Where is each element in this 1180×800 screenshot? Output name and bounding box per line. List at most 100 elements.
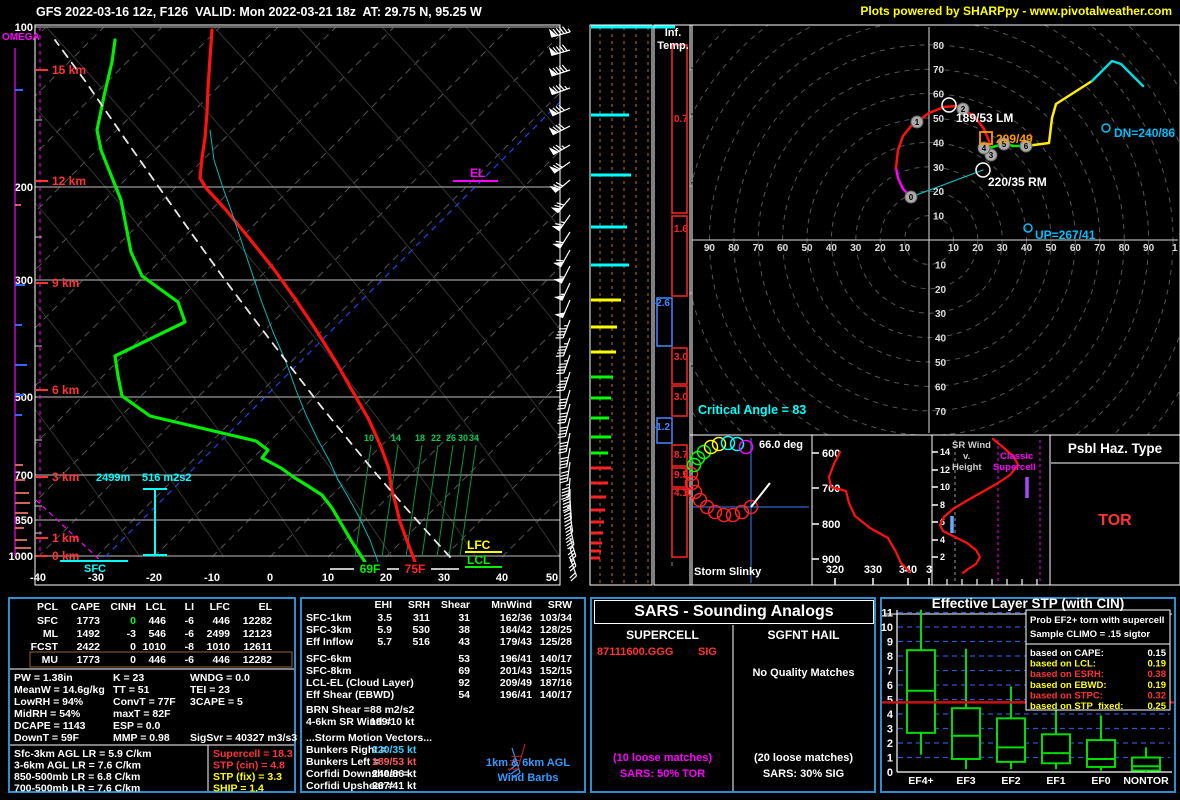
- ring-label: 30: [935, 309, 947, 320]
- slinky-angle-label: 66.0 deg: [759, 439, 804, 451]
- kin-header: MnWind: [491, 599, 532, 611]
- hodograph-trace-6-9km: [1024, 79, 1094, 148]
- temperature-label: 10: [322, 572, 334, 584]
- index-item: Supercell = 18.3: [213, 748, 293, 760]
- thermo-item: TT = 51: [113, 684, 150, 696]
- advection-value: 3.0: [674, 352, 688, 363]
- kin-row-label: LCL-EL (Cloud Layer): [306, 677, 414, 689]
- wind-barb-icon: [556, 354, 571, 375]
- kin-header: Shear: [441, 599, 470, 611]
- thermo-item: ESP = 0.0: [113, 720, 161, 732]
- pcl-row-label: FCST: [31, 641, 59, 653]
- mixing-ratio-label: 30: [458, 433, 468, 443]
- stp-ylabel: 7: [887, 666, 893, 678]
- ring-label: 40: [1021, 243, 1033, 254]
- sars-supercell-sig: SIG: [698, 646, 717, 658]
- thermo-item: PW = 1.38in: [14, 672, 73, 684]
- thermo-item: ConvT = 77F: [113, 696, 176, 708]
- sars-supercell-pct: SARS: 50% TOR: [619, 768, 706, 780]
- pcl-cell: 1010: [207, 641, 231, 653]
- stp-category: EF2: [1001, 775, 1020, 787]
- height-label: 12 km: [52, 174, 86, 188]
- srwind-ylabel: 4: [940, 535, 945, 545]
- pcl-cell: 446: [148, 615, 166, 627]
- sars-hail-none: No Quality Matches: [752, 667, 855, 679]
- surface-temp-label: 75F: [405, 562, 426, 576]
- kin-cell: 152/15: [540, 665, 572, 677]
- storm-motion-value: 220/35 kt: [372, 744, 417, 756]
- stp-ylabel: 5: [887, 695, 893, 707]
- km-marker: 0: [909, 193, 914, 202]
- stp-prob-label: based on EBWD:: [1030, 680, 1107, 691]
- stp-category: EF1: [1046, 775, 1065, 787]
- advection-value: 4.1: [674, 488, 688, 499]
- pressure-label: 200: [15, 182, 33, 194]
- mixing-ratio-label: 10: [364, 433, 374, 443]
- sars-supercell-header: SUPERCELL: [626, 628, 699, 642]
- inf-temp-title-1: Inf.: [664, 27, 682, 39]
- stp-ylabel: 8: [887, 651, 893, 663]
- surface-dewpoint-label: 69F: [360, 562, 381, 576]
- pcl-cell: 2422: [77, 641, 101, 653]
- sars-hail-header: SGFNT HAIL: [767, 628, 840, 642]
- stp-prob-label: based on STP_fixed:: [1030, 701, 1123, 712]
- dewpoint-profile: [95, 38, 367, 562]
- pcl-cell: -8: [185, 641, 194, 653]
- thermo-item: TEI = 23: [190, 684, 230, 696]
- storm-motion-label: 189/53 LM: [956, 111, 1013, 125]
- pcl-cell: 546: [148, 628, 166, 640]
- pcl-cell: 2499: [207, 628, 231, 640]
- km-marker: 4: [982, 144, 987, 153]
- height-label: 3 km: [52, 470, 79, 484]
- ring-label: 50: [801, 243, 813, 254]
- stp-category: EF0: [1091, 775, 1110, 787]
- thermo-item: MeanW = 14.6g/kg: [14, 684, 105, 696]
- slinky-title: Storm Slinky: [694, 566, 762, 578]
- sharppy-sounding-screen: GFS 2022-03-16 12z, F126 VALID: Mon 2022…: [0, 0, 1180, 800]
- ring-label: 90: [704, 243, 716, 254]
- kin-cell: 128/25: [540, 624, 572, 636]
- wind-barb-icon: [552, 249, 571, 268]
- wind-barb-icon: [554, 299, 571, 319]
- lapse-rate-item: 3-6km AGL LR = 7.6 C/km: [14, 760, 141, 772]
- temperature-label: -20: [146, 572, 162, 584]
- stp-ylabel: 2: [887, 738, 893, 750]
- kin-header: EHI: [374, 599, 392, 611]
- ring-label: 30: [850, 243, 862, 254]
- ring-label: 20: [933, 187, 945, 198]
- kin-cell: 530: [412, 624, 430, 636]
- temperature-label: 50: [546, 572, 558, 584]
- thermo-item: MidRH = 54%: [14, 708, 81, 720]
- height-label: 9 km: [52, 276, 79, 290]
- pcl-header: LI: [185, 601, 194, 613]
- wind-barb-icon: [559, 447, 571, 470]
- stp-category: EF4+: [908, 775, 933, 787]
- wind-barb-icon: [557, 389, 571, 410]
- ring-label: 30: [933, 163, 945, 174]
- km-marker: 3: [989, 151, 994, 160]
- temperature-label: -10: [204, 572, 220, 584]
- temperature-label: 40: [496, 572, 508, 584]
- stp-prob-label: based on ESRH:: [1030, 669, 1104, 680]
- kin-row-label: SFC-3km: [306, 624, 352, 636]
- kin-cell: 103/34: [540, 612, 572, 624]
- wind-barb-icon: [552, 231, 571, 249]
- srwind-label-3: Height: [952, 462, 982, 473]
- advection-value: 0.7: [674, 114, 688, 125]
- stp-box-EF1: [1041, 708, 1071, 770]
- pressure-label: 1000: [9, 551, 33, 563]
- height-label: 6 km: [52, 383, 79, 397]
- km-marker: 1: [915, 118, 920, 127]
- thermo-item: SigSvr = 40327 m3/s3: [190, 732, 297, 744]
- thermo-item: WNDG = 0.0: [190, 672, 250, 684]
- wind-barb-icon: [556, 371, 571, 392]
- hodograph-trace-9-12km: [1090, 59, 1145, 88]
- pcl-cell: 0: [130, 654, 136, 666]
- stp-box-EF4+: [906, 609, 936, 755]
- storm-motion-label: DN=240/86: [1114, 126, 1175, 140]
- ring-label: 70: [1094, 243, 1106, 254]
- ring-label: 1: [1172, 243, 1178, 254]
- ring-label: 60: [777, 243, 789, 254]
- kin-cell: 201/43: [500, 665, 532, 677]
- pcl-cell: 0: [130, 641, 136, 653]
